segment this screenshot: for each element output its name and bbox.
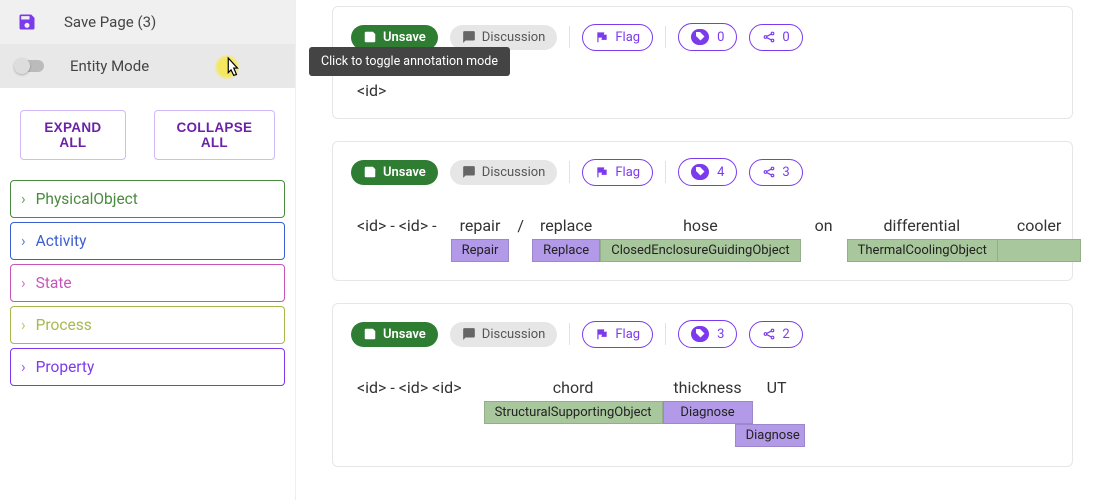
- discussion-button[interactable]: Discussion: [450, 25, 558, 50]
- sidebar: Save Page (3) Entity Mode EXPAND ALL COL…: [0, 0, 296, 500]
- discussion-button[interactable]: Discussion: [450, 322, 558, 347]
- discussion-button[interactable]: Discussion: [450, 160, 558, 185]
- category-state[interactable]: ›State: [10, 264, 285, 302]
- share-icon: [762, 327, 776, 341]
- annotation-tag[interactable]: Repair: [451, 239, 510, 262]
- category-activity[interactable]: ›Activity: [10, 222, 285, 260]
- annotation-tag[interactable]: Diagnose: [663, 401, 753, 424]
- tag-count-button[interactable]: 3: [678, 320, 737, 348]
- toggle-switch[interactable]: [16, 60, 44, 72]
- tag-count-button[interactable]: 0: [678, 23, 737, 51]
- annotation-card: Unsave Discussion Flag 3 2 <id> - <id> <…: [332, 303, 1073, 467]
- category-process[interactable]: ›Process: [10, 306, 285, 344]
- divider: [569, 323, 570, 345]
- save-icon: [363, 327, 377, 341]
- chat-icon: [462, 30, 476, 44]
- annotation-tag[interactable]: StructuralSupportingObject: [484, 401, 663, 424]
- share-count-button[interactable]: 2: [749, 321, 802, 348]
- share-count-button[interactable]: 0: [749, 24, 802, 51]
- share-icon: [762, 165, 776, 179]
- category-property[interactable]: ›Property: [10, 348, 285, 386]
- divider: [569, 26, 570, 48]
- chevron-right-icon: ›: [21, 316, 26, 334]
- unsave-button[interactable]: Unsave: [351, 322, 438, 347]
- expand-all-button[interactable]: EXPAND ALL: [20, 110, 126, 160]
- category-list: ›PhysicalObject ›Activity ›State ›Proces…: [0, 180, 295, 386]
- tag-icon: [691, 164, 709, 180]
- annotation-tag[interactable]: Diagnose: [735, 424, 805, 447]
- unsave-button[interactable]: Unsave: [351, 25, 438, 50]
- category-physicalobject[interactable]: ›PhysicalObject: [10, 180, 285, 218]
- unsave-button[interactable]: Unsave: [351, 160, 438, 185]
- save-page-button[interactable]: Save Page (3): [0, 0, 295, 44]
- flag-button[interactable]: Flag: [582, 321, 653, 348]
- flag-icon: [595, 30, 609, 44]
- divider: [665, 323, 666, 345]
- chevron-right-icon: ›: [21, 358, 26, 376]
- divider: [569, 161, 570, 183]
- chevron-right-icon: ›: [21, 274, 26, 292]
- flag-button[interactable]: Flag: [582, 159, 653, 186]
- annotation-tag[interactable]: Replace: [532, 239, 600, 262]
- save-icon: [363, 165, 377, 179]
- pointer-cursor: [220, 56, 242, 86]
- tag-icon: [691, 326, 709, 342]
- annotation-card: Unsave Discussion Flag 4 3 <id> - <id> -…: [332, 141, 1073, 281]
- flag-icon: [595, 327, 609, 341]
- share-count-button[interactable]: 3: [749, 159, 802, 186]
- annotated-text[interactable]: <id> - <id> - repairRepair / replaceRepl…: [351, 216, 1054, 262]
- annotation-tag-continuation[interactable]: .: [997, 239, 1081, 262]
- flag-icon: [595, 165, 609, 179]
- annotated-text[interactable]: <id> - <id> <id> chordStructuralSupporti…: [351, 378, 1054, 448]
- chevron-right-icon: ›: [21, 232, 26, 250]
- tag-icon: [691, 29, 709, 45]
- chat-icon: [462, 327, 476, 341]
- divider: [665, 26, 666, 48]
- entity-mode-label: Entity Mode: [70, 57, 149, 75]
- collapse-all-button[interactable]: COLLAPSE ALL: [154, 110, 275, 160]
- entity-mode-toggle[interactable]: Entity Mode: [0, 44, 295, 88]
- save-icon: [16, 11, 38, 33]
- divider: [665, 161, 666, 183]
- tag-count-button[interactable]: 4: [678, 158, 737, 186]
- chevron-right-icon: ›: [21, 190, 26, 208]
- save-icon: [363, 30, 377, 44]
- text-content[interactable]: <id>: [351, 81, 1054, 100]
- share-icon: [762, 30, 776, 44]
- save-page-label: Save Page (3): [64, 13, 156, 31]
- chat-icon: [462, 165, 476, 179]
- flag-button[interactable]: Flag: [582, 24, 653, 51]
- annotation-tag[interactable]: ThermalCoolingObject: [847, 239, 998, 262]
- tooltip: Click to toggle annotation mode: [309, 47, 510, 76]
- annotation-tag[interactable]: ClosedEnclosureGuidingObject: [600, 239, 800, 262]
